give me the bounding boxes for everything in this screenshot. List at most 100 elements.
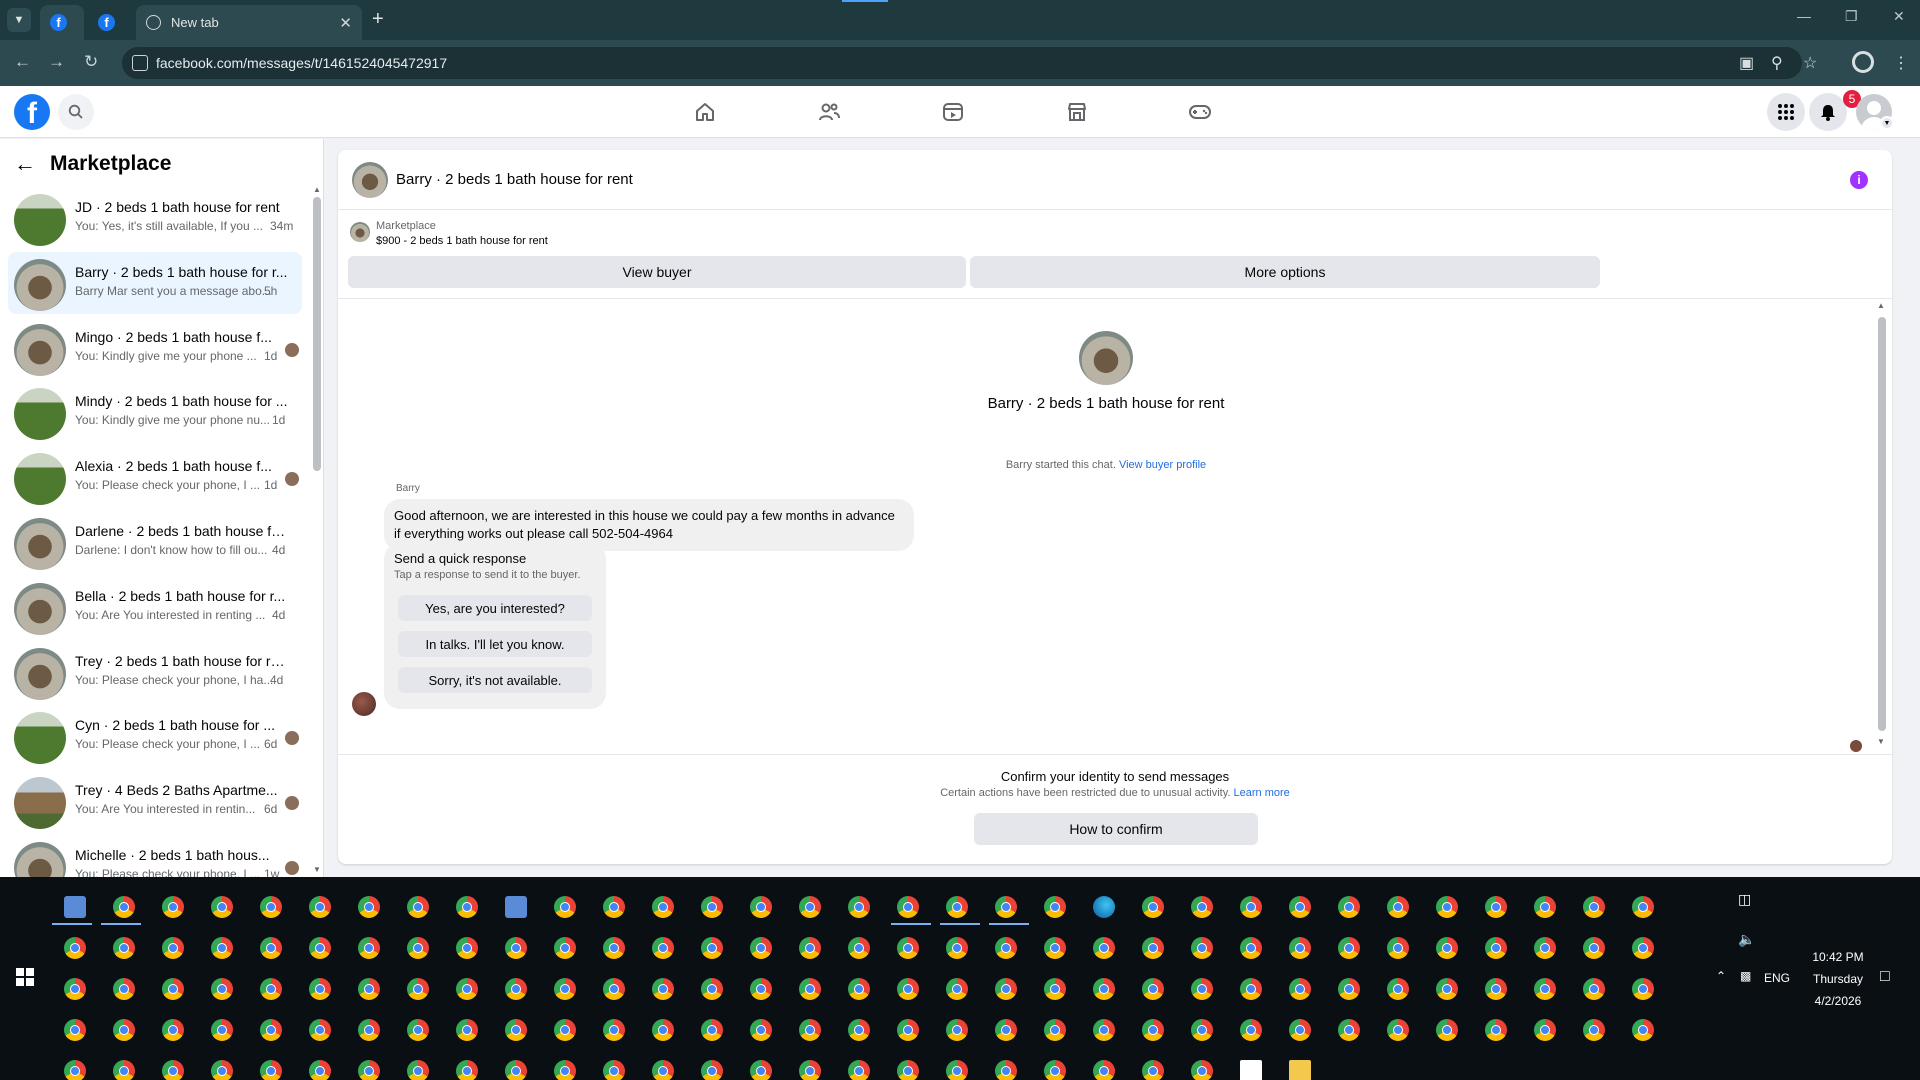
thread-scrollbar[interactable] [1878,317,1886,731]
chrome-icon[interactable] [1191,978,1213,1000]
chrome-icon[interactable] [162,978,184,1000]
scroll-up-icon[interactable]: ▲ [313,185,321,194]
chrome-icon[interactable] [848,937,870,959]
clock-day[interactable]: Thursday [1806,972,1870,986]
chrome-icon[interactable] [750,1060,772,1080]
chrome-icon[interactable] [1142,896,1164,918]
minimize-icon[interactable]: — [1797,8,1811,24]
chrome-icon[interactable] [1093,1060,1115,1080]
chrome-icon[interactable] [1191,1060,1213,1080]
chrome-icon[interactable] [1142,1060,1164,1080]
app-icon[interactable] [64,896,86,918]
chrome-icon[interactable] [603,1060,625,1080]
chrome-icon[interactable] [946,1060,968,1080]
notifications-button[interactable] [1809,93,1847,131]
chrome-icon[interactable] [554,978,576,1000]
chrome-icon[interactable] [1387,1019,1409,1041]
bookmark-star-icon[interactable]: ☆ [1803,53,1817,73]
chrome-icon[interactable] [64,978,86,1000]
chrome-icon[interactable] [701,978,723,1000]
chrome-icon[interactable] [113,1060,135,1080]
chrome-icon[interactable] [701,896,723,918]
chrome-icon[interactable] [848,978,870,1000]
profile-icon[interactable] [1852,51,1874,73]
chrome-icon[interactable] [1583,978,1605,1000]
search-button[interactable] [58,94,94,130]
chrome-icon[interactable] [1387,978,1409,1000]
chrome-icon[interactable] [799,937,821,959]
chrome-icon[interactable] [1485,978,1507,1000]
chrome-icon[interactable] [995,1019,1017,1041]
chrome-icon[interactable] [1436,937,1458,959]
network-icon[interactable]: ▩ [1740,969,1751,983]
chrome-icon[interactable] [456,978,478,1000]
chrome-icon[interactable] [358,937,380,959]
chrome-icon[interactable] [260,1019,282,1041]
conversation-item[interactable]: Bella · 2 beds 1 bath house for r... You:… [8,576,302,638]
chrome-icon[interactable] [505,937,527,959]
chrome-icon[interactable] [1436,1019,1458,1041]
chrome-icon[interactable] [897,978,919,1000]
chrome-icon[interactable] [407,1060,429,1080]
chat-avatar[interactable] [352,162,388,198]
quick-response-option[interactable]: In talks. I'll let you know. [398,631,592,657]
chrome-icon[interactable] [1436,896,1458,918]
windows-start-icon[interactable] [16,968,34,986]
clock-time[interactable]: 10:42 PM [1806,950,1870,964]
chrome-icon[interactable] [1436,978,1458,1000]
menu-grid-button[interactable] [1767,93,1805,131]
chrome-icon[interactable] [505,1019,527,1041]
chrome-icon[interactable] [701,1060,723,1080]
taskbar-display-icon[interactable]: ◫ [1738,891,1751,908]
chrome-icon[interactable] [456,1019,478,1041]
quick-response-option[interactable]: Yes, are you interested? [398,595,592,621]
chrome-icon[interactable] [1044,978,1066,1000]
back-arrow-icon[interactable]: ← [14,151,36,177]
chrome-icon[interactable] [750,978,772,1000]
chrome-icon[interactable] [211,1019,233,1041]
home-nav-button[interactable] [688,96,722,128]
chrome-icon[interactable] [946,896,968,918]
chrome-icon[interactable] [1632,896,1654,918]
chrome-icon[interactable] [456,937,478,959]
chrome-icon[interactable] [554,1060,576,1080]
action-center-icon[interactable]: □ [1880,968,1890,986]
chrome-icon[interactable] [1240,937,1262,959]
chrome-icon[interactable] [603,937,625,959]
chrome-icon[interactable] [1534,937,1556,959]
chrome-icon[interactable] [260,937,282,959]
chrome-icon[interactable] [652,978,674,1000]
chrome-icon[interactable] [1534,1019,1556,1041]
document-icon[interactable] [1240,1060,1262,1080]
view-buyer-button[interactable]: View buyer [348,256,966,288]
browser-tab-1[interactable]: f [40,5,84,40]
chrome-icon[interactable] [995,978,1017,1000]
chrome-icon[interactable] [309,1019,331,1041]
chrome-icon[interactable] [995,937,1017,959]
chrome-icon[interactable] [162,937,184,959]
sidebar-scrollbar[interactable] [313,197,321,471]
chrome-icon[interactable] [113,978,135,1000]
chrome-icon[interactable] [799,978,821,1000]
chrome-icon[interactable] [701,1019,723,1041]
chrome-icon[interactable] [1289,896,1311,918]
chrome-icon[interactable] [358,1019,380,1041]
chrome-icon[interactable] [799,896,821,918]
chrome-icon[interactable] [1093,1019,1115,1041]
volume-icon[interactable]: 🔈 [1738,931,1755,948]
chrome-icon[interactable] [113,896,135,918]
chrome-icon[interactable] [848,896,870,918]
chrome-icon[interactable] [554,1019,576,1041]
address-bar[interactable]: facebook.com/messages/t/1461524045472917 [122,47,1802,79]
chrome-icon[interactable] [848,1019,870,1041]
conversation-item[interactable]: Mingo · 2 beds 1 bath house f... You: Kin… [8,317,302,379]
chrome-icon[interactable] [1387,937,1409,959]
chrome-icon[interactable] [652,896,674,918]
gaming-nav-button[interactable] [1183,96,1217,128]
chrome-icon[interactable] [407,937,429,959]
chrome-icon[interactable] [554,896,576,918]
marketplace-nav-button[interactable] [1060,96,1094,128]
chrome-icon[interactable] [113,937,135,959]
chrome-icon[interactable] [358,896,380,918]
chrome-icon[interactable] [1093,937,1115,959]
